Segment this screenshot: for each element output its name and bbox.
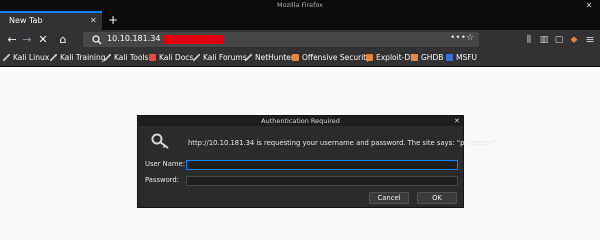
new-tab-button[interactable]: + [107, 13, 119, 27]
bookmark-label: Kali Forums [203, 53, 247, 62]
bookmark-kali-training[interactable]: Kali Training [50, 51, 106, 65]
bookmark-msfu[interactable]: MSFU [446, 51, 477, 65]
key-icon [151, 133, 169, 149]
offsec-icon [292, 54, 299, 61]
dialog-title: Authentication Required [261, 117, 340, 125]
kali-dragon-icon [245, 54, 252, 61]
bookmark-kali-docs[interactable]: Kali Docs [149, 51, 193, 65]
bookmark-label: NetHunter [255, 53, 294, 62]
kali-dragon-icon [104, 54, 111, 61]
bookmark-label: Kali Docs [159, 53, 194, 62]
ok-button[interactable]: OK [417, 192, 457, 204]
bookmark-ghdb[interactable]: GHDB [411, 51, 443, 65]
exploit-db-icon [366, 54, 373, 61]
bookmark-star-icon[interactable]: ☆ [466, 33, 474, 43]
window-close-button[interactable]: ✕ [582, 0, 596, 11]
password-label: Password: [145, 176, 180, 184]
kali-dragon-icon [3, 54, 10, 61]
tab-new-tab[interactable]: New Tab ✕ [0, 11, 102, 30]
ghdb-icon [411, 54, 418, 61]
bookmark-label: Kali Tools [114, 53, 149, 62]
bookmark-label: Exploit-DB [376, 53, 416, 62]
url-redaction-box [164, 35, 224, 44]
bookmark-offensive-security[interactable]: Offensive Security [292, 51, 371, 65]
bookmark-kali-linux[interactable]: Kali Linux [3, 51, 49, 65]
dialog-close-icon[interactable]: ✕ [454, 116, 460, 126]
bookmark-label: Kali Linux [13, 53, 50, 62]
username-label: User Name: [145, 160, 185, 168]
window-title: Mozilla Firefox [277, 1, 323, 9]
bookmark-nethunter[interactable]: NetHunter [245, 51, 294, 65]
menu-icon[interactable]: ≡ [584, 32, 596, 48]
cancel-button[interactable]: Cancel [369, 192, 409, 204]
password-field[interactable] [186, 176, 458, 186]
bookmark-label: Offensive Security [302, 53, 371, 62]
bookmark-label: Kali Training [60, 53, 106, 62]
bookmark-kali-forums[interactable]: Kali Forums [193, 51, 247, 65]
library-icon[interactable]: ⫼ [523, 32, 535, 48]
screenshot-icon[interactable]: ▢ [553, 32, 565, 48]
kali-dragon-icon [193, 54, 200, 61]
username-field[interactable] [186, 160, 458, 170]
stop-button[interactable]: ✕ [36, 31, 50, 49]
bookmark-label: GHDB [421, 53, 444, 62]
page-actions-icon[interactable]: ••• [450, 33, 466, 43]
kali-dragon-icon [50, 54, 57, 61]
home-button[interactable]: ⌂ [56, 31, 70, 49]
search-icon [92, 35, 102, 45]
extension-icon[interactable]: ◆ [568, 32, 580, 48]
tab-close-icon[interactable]: ✕ [90, 16, 97, 25]
red-docs-icon [149, 54, 156, 61]
bookmark-label: MSFU [456, 53, 478, 62]
back-button[interactable]: ← [5, 31, 19, 49]
tab-title: New Tab [9, 16, 43, 25]
dialog-message: http://10.10.181.34 is requesting your u… [188, 139, 497, 147]
bookmark-kali-tools[interactable]: Kali Tools [104, 51, 148, 65]
url-text[interactable]: 10.10.181.34 [107, 34, 160, 43]
forward-button[interactable]: → [20, 31, 34, 49]
bookmark-exploit-db[interactable]: Exploit-DB [366, 51, 415, 65]
msfu-icon [446, 54, 453, 61]
sidebar-icon[interactable]: ▥ [538, 32, 550, 48]
